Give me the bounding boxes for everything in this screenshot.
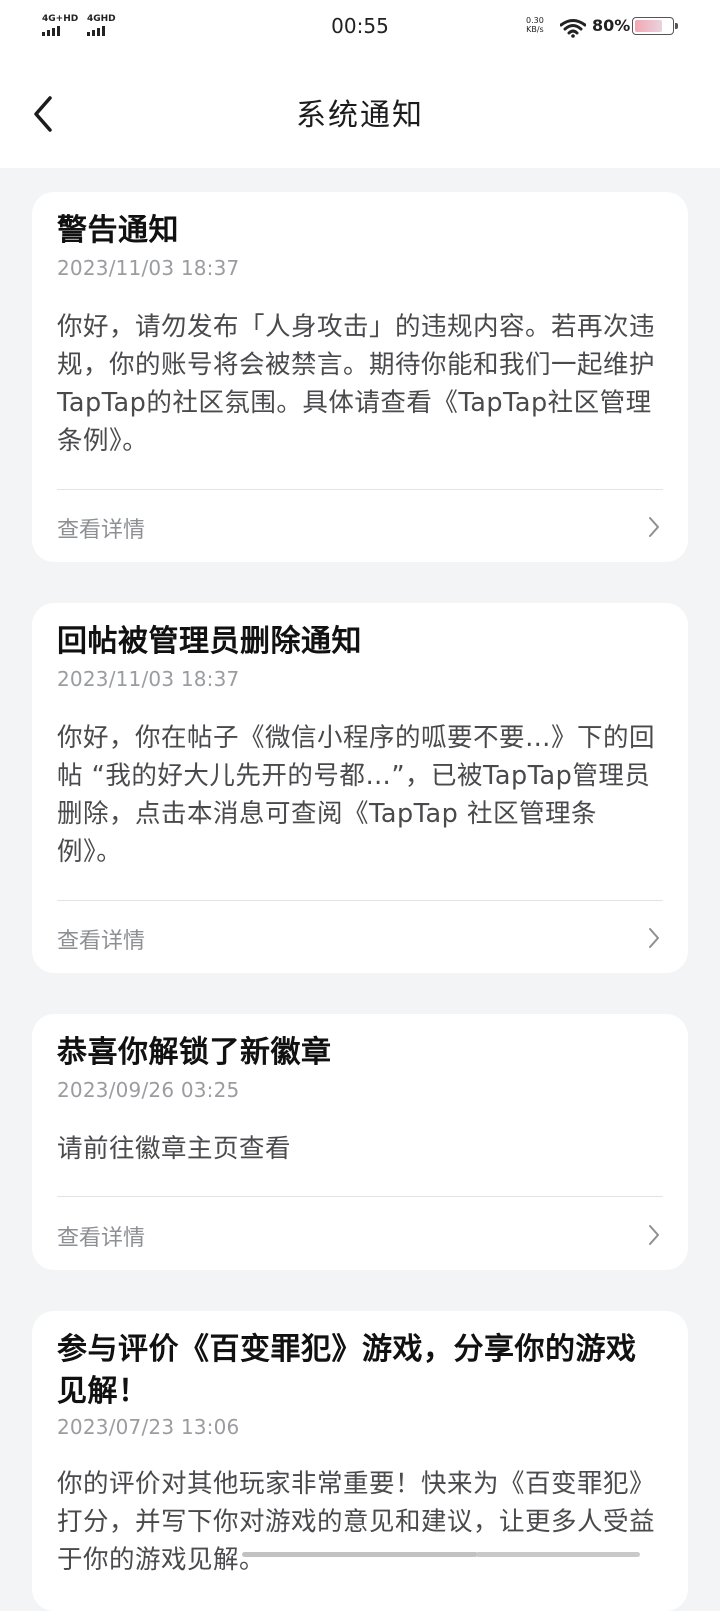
view-details-row[interactable]: 查看详情 — [57, 1214, 663, 1254]
network-speed: 0.30 KB/s — [526, 16, 544, 34]
notification-title: 恭喜你解锁了新徽章 — [57, 1035, 332, 1070]
view-details-label: 查看详情 — [57, 518, 146, 543]
divider — [57, 900, 663, 901]
view-details-label: 查看详情 — [57, 1226, 146, 1251]
notification-card-badge[interactable]: 恭喜你解锁了新徽章 2023/09/26 03:25 请前往徽章主页查看 查看详… — [32, 1014, 688, 1270]
chevron-right-icon — [649, 517, 659, 537]
notification-title: 参与评价《百变罪犯》游戏，分享你的游戏见解！ — [57, 1332, 637, 1409]
notification-body: 你好，请勿发布「人身攻击」的违规内容。若再次违规，你的账号将会被禁言。期待你能和… — [57, 312, 656, 456]
wifi-icon — [560, 19, 586, 38]
notification-card-review-invite[interactable]: 参与评价《百变罪犯》游戏，分享你的游戏见解！ 2023/07/23 13:06 … — [32, 1311, 688, 1611]
view-details-row[interactable]: 查看详情 — [57, 917, 663, 957]
home-indicator[interactable] — [242, 1552, 478, 1557]
network-speed-value: 0.30 — [526, 16, 544, 25]
chevron-right-icon — [649, 928, 659, 948]
notification-body: 请前往徽章主页查看 — [57, 1134, 292, 1164]
battery-percent: 80% — [592, 16, 631, 35]
notification-body: 你的评价对其他玩家非常重要！快来为《百变罪犯》打分，并写下你对游戏的意见和建议，… — [57, 1469, 656, 1575]
notification-time: 2023/11/03 18:37 — [57, 256, 240, 280]
battery-icon — [632, 17, 678, 35]
divider — [57, 489, 663, 490]
notification-body: 你好，你在帖子《微信小程序的呱要不要…》下的回帖 “我的好大儿先开的号都…”，已… — [57, 723, 656, 867]
notification-time: 2023/07/23 13:06 — [57, 1415, 240, 1439]
page-title: 系统通知 — [296, 98, 424, 133]
view-details-label: 查看详情 — [57, 929, 146, 954]
notification-title: 警告通知 — [57, 213, 179, 248]
view-details-row[interactable]: 查看详情 — [57, 506, 663, 546]
battery-level-fill — [635, 20, 662, 32]
status-bar: 4G+HD 4GHD 00:55 0.30 KB/s 80% — [0, 0, 720, 56]
network-speed-unit: KB/s — [526, 25, 544, 34]
home-indicator-secondary — [476, 1552, 640, 1557]
notification-title: 回帖被管理员删除通知 — [57, 624, 362, 659]
notification-time: 2023/11/03 18:37 — [57, 667, 240, 691]
notification-card-warning[interactable]: 警告通知 2023/11/03 18:37 你好，请勿发布「人身攻击」的违规内容… — [32, 192, 688, 562]
notification-card-reply-deleted[interactable]: 回帖被管理员删除通知 2023/11/03 18:37 你好，你在帖子《微信小程… — [32, 603, 688, 973]
chevron-right-icon — [649, 1225, 659, 1245]
nav-bar: 系统通知 — [0, 56, 720, 168]
notification-time: 2023/09/26 03:25 — [57, 1078, 240, 1102]
divider — [57, 1196, 663, 1197]
